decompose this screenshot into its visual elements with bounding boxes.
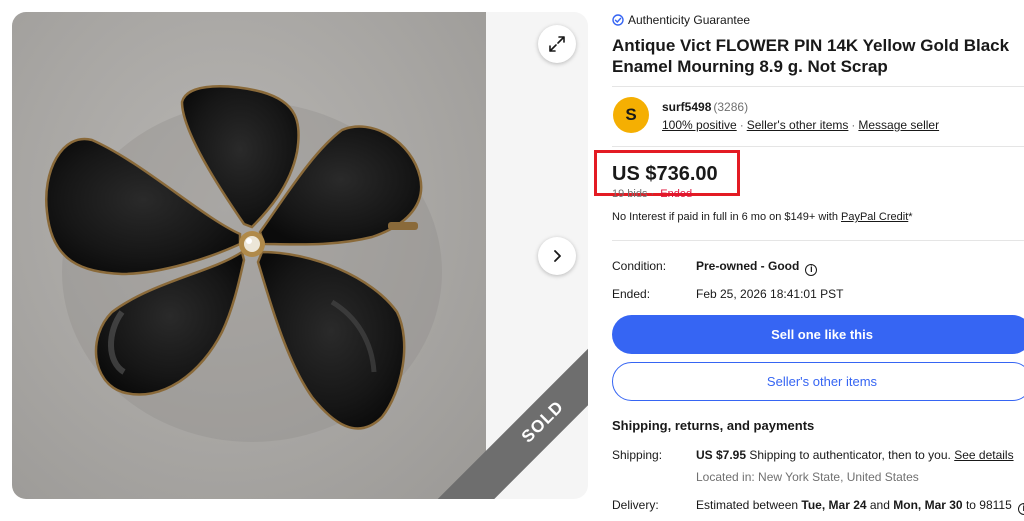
shipping-value: US $7.95 Shipping to authenticator, then… [696,448,1014,462]
credit-suffix: * [908,211,913,223]
ended-value: Feb 25, 2026 18:41:01 PST [696,287,844,301]
shipping-section-title: Shipping, returns, and payments [612,418,815,433]
separator-dot: · [647,188,658,197]
shipping-label: Shipping: [612,448,663,462]
avatar-initial: S [625,105,637,124]
bid-count: 19 bids [612,188,648,197]
delivery-end: Mon, Mar 30 [893,498,963,512]
info-icon[interactable]: i [1017,502,1024,515]
divider [612,86,1024,87]
condition-value: Pre-owned - Good i [696,259,818,276]
seller-card: S surf5498 (3286) 100% positive · Seller's … [612,96,1024,140]
bid-status: 19 bids · Ended [612,187,692,197]
delivery-pre: Estimated between [696,498,802,512]
seller-other-items-link[interactable]: Seller's other items [747,118,849,132]
paypal-credit-link[interactable]: PayPal Credit [841,211,908,223]
next-image-button[interactable] [538,237,576,275]
authenticity-guarantee[interactable]: Authenticity Guarantee [612,13,750,27]
price: US $736.00 [612,163,718,185]
authenticity-label: Authenticity Guarantee [628,13,751,27]
expand-icon [549,36,565,52]
delivery-mid: and [866,498,894,512]
ended-label: Ended: [612,287,651,301]
credit-text: No Interest if paid in full in 6 mo on $… [612,211,841,223]
delivery-label: Delivery: [612,498,659,512]
image-gallery: SOLD [12,12,588,499]
seller-feedback-count: (3286) [713,100,749,114]
seller-avatar[interactable]: S [613,97,649,133]
listing-title: Antique Vict FLOWER PIN 14K Yellow Gold … [612,35,1024,77]
seller-name[interactable]: surf5498 (3286) [662,100,748,114]
listing-info: Authenticity Guarantee Antique Vict FLOW… [594,0,1024,521]
see-details-link[interactable]: See details [954,448,1013,462]
verified-check-icon [612,14,624,26]
info-icon[interactable]: i [805,263,818,276]
seller-username: surf5498 [662,100,712,114]
title-line-1: Antique Vict FLOWER PIN 14K Yellow Gold … [612,36,1010,55]
sell-one-like-this-button[interactable]: Sell one like this [612,315,1024,354]
delivery-start: Tue, Mar 24 [801,498,867,512]
sell-one-label: Sell one like this [771,327,873,342]
sellers-other-label: Seller's other items [766,374,878,389]
shipping-price: US $7.95 [696,448,747,462]
seller-links: 100% positive · Seller's other items · Messa… [662,118,939,132]
sold-label: SOLD [517,396,568,447]
condition-label: Condition: [612,259,667,273]
product-photo[interactable] [12,12,486,499]
divider [612,240,1024,241]
delivery-post: to 98115 [962,498,1012,512]
message-seller-link[interactable]: Message seller [858,118,939,132]
item-location: Located in: New York State, United State… [696,470,919,484]
title-line-2: Enamel Mourning 8.9 g. Not Scrap [612,57,888,76]
brooch-image [44,85,442,442]
separator-dot: · [851,118,856,132]
paypal-credit-note: No Interest if paid in full in 6 mo on $… [612,211,913,223]
condition-text: Pre-owned - Good [696,259,800,273]
divider [612,146,1024,147]
separator-dot: · [739,118,744,132]
positive-feedback-link[interactable]: 100% positive [662,118,737,132]
ended-status: Ended [660,188,693,197]
sellers-other-items-button[interactable]: Seller's other items [612,362,1024,401]
chevron-right-icon [554,250,561,262]
expand-image-button[interactable] [538,25,576,63]
shipping-text: Shipping to authenticator, then to you. [746,448,955,462]
delivery-value: Estimated between Tue, Mar 24 and Mon, M… [696,498,1024,515]
